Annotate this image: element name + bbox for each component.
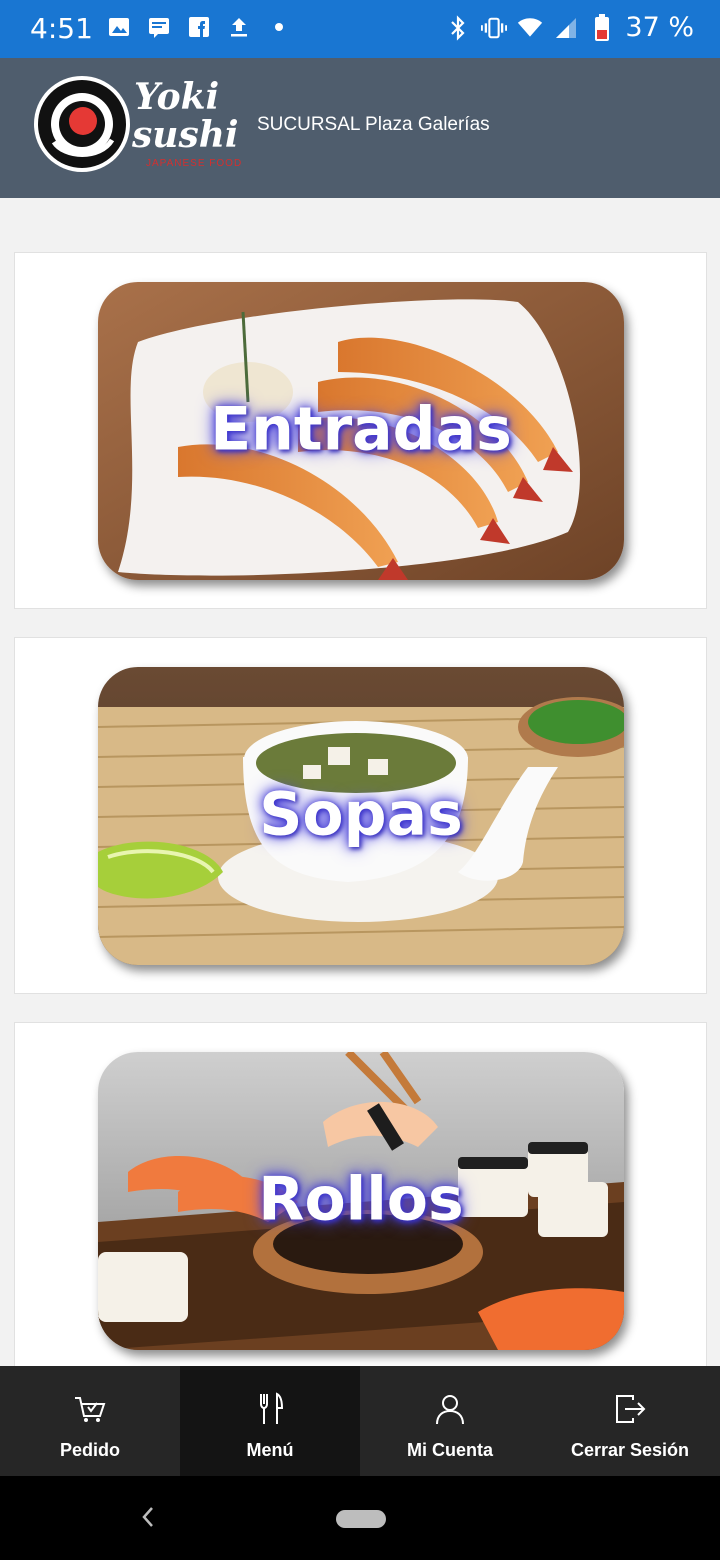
branch-name: SUCURSAL Plaza Galerías: [257, 114, 490, 135]
utensils-icon: [253, 1392, 287, 1426]
dot-icon: [266, 14, 292, 40]
notification-icons: [106, 14, 292, 40]
nav-item-menu[interactable]: Menú: [180, 1366, 360, 1476]
back-icon[interactable]: [138, 1504, 158, 1530]
signal-icon: [553, 15, 579, 41]
logout-icon: [613, 1392, 647, 1426]
upload-icon: [226, 14, 252, 40]
logo-emblem: [34, 76, 130, 172]
nav-item-cerrar-sesion[interactable]: Cerrar Sesión: [540, 1366, 720, 1476]
category-card-entradas[interactable]: Entradas: [14, 252, 707, 609]
fried-shrimp-photo[interactable]: Entradas: [98, 282, 624, 580]
image-icon: [106, 14, 132, 40]
bluetooth-icon: [445, 14, 471, 41]
nav-item-pedido[interactable]: Pedido: [0, 1366, 180, 1476]
category-label: Sopas: [259, 779, 463, 850]
sushi-rolls-photo[interactable]: Rollos: [98, 1052, 624, 1350]
nav-label: Cerrar Sesión: [570, 1440, 690, 1460]
system-status-icons: 37 %: [445, 12, 694, 43]
nav-label: Menú: [246, 1440, 294, 1460]
logo-wordmark: Yoki sushi: [132, 76, 239, 156]
nav-item-mi-cuenta[interactable]: Mi Cuenta: [360, 1366, 540, 1476]
battery-icon: [589, 13, 615, 41]
facebook-icon: [186, 14, 212, 40]
logo-line-2: sushi: [132, 114, 239, 156]
category-card-rollos[interactable]: Rollos: [14, 1022, 707, 1379]
system-nav-bar: [0, 1476, 720, 1560]
home-pill[interactable]: [336, 1510, 386, 1528]
app-header: Yoki sushi JAPANESE FOOD SUCURSAL Plaza …: [0, 58, 720, 198]
bottom-nav: Pedido Menú Mi Cuenta Cerrar Sesión: [0, 1366, 720, 1476]
category-label: Rollos: [258, 1164, 464, 1235]
logo-line-1: Yoki: [134, 76, 220, 118]
yoki-sushi-logo[interactable]: Yoki sushi JAPANESE FOOD: [34, 76, 244, 176]
status-time: 4:51: [30, 12, 93, 45]
miso-soup-photo[interactable]: Sopas: [98, 667, 624, 965]
logo-tagline: JAPANESE FOOD: [146, 158, 243, 169]
category-card-sopas[interactable]: Sopas: [14, 637, 707, 994]
status-bar: 4:51 37 %: [0, 0, 720, 58]
user-icon: [433, 1392, 467, 1426]
message-icon: [146, 14, 172, 40]
nav-label: Pedido: [59, 1440, 120, 1460]
wifi-icon: [517, 15, 543, 41]
category-label: Entradas: [210, 394, 512, 465]
vibrate-icon: [481, 15, 508, 41]
nav-label: Mi Cuenta: [406, 1440, 493, 1460]
cart-icon: [73, 1392, 107, 1426]
battery-percent: 37 %: [625, 12, 694, 43]
